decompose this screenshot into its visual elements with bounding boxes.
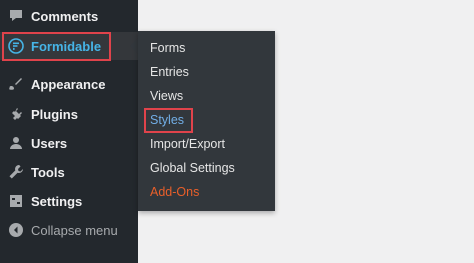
submenu-item-global-settings[interactable]: Global Settings: [150, 161, 235, 175]
submenu-item-import-export[interactable]: Import/Export: [150, 137, 225, 151]
sidebar-item-formidable[interactable]: Formidable: [0, 32, 138, 60]
submenu-item-forms[interactable]: Forms: [150, 41, 185, 55]
formidable-submenu: Forms Entries Views Styles Import/Export…: [138, 31, 275, 211]
admin-sidebar: Comments Formidable Appearance Plugins U…: [0, 0, 138, 263]
sidebar-item-label: Formidable: [31, 38, 102, 54]
sidebar-item-label: Plugins: [31, 106, 78, 122]
submenu-item-views[interactable]: Views: [150, 89, 183, 103]
sidebar-item-plugins[interactable]: Plugins: [0, 100, 138, 128]
comment-icon: [7, 7, 25, 25]
sidebar-item-label: Comments: [31, 8, 99, 24]
sidebar-item-comments[interactable]: Comments: [0, 2, 138, 30]
collapse-arrow-icon: [7, 221, 25, 239]
submenu-item-entries[interactable]: Entries: [150, 65, 189, 79]
wrench-icon: [7, 163, 25, 181]
sidebar-item-settings[interactable]: Settings: [0, 187, 138, 215]
settings-icon: [7, 192, 25, 210]
sidebar-item-label: Settings: [31, 193, 83, 209]
paintbrush-icon: [7, 75, 25, 93]
sidebar-item-tools[interactable]: Tools: [0, 158, 138, 186]
sidebar-item-label: Tools: [31, 164, 65, 180]
user-icon: [7, 134, 25, 152]
formidable-icon: [7, 37, 25, 55]
sidebar-item-users[interactable]: Users: [0, 129, 138, 157]
sidebar-item-label: Appearance: [31, 76, 106, 92]
collapse-menu-button[interactable]: Collapse menu: [0, 216, 138, 244]
collapse-menu-label: Collapse menu: [31, 222, 118, 238]
sidebar-item-label: Users: [31, 135, 68, 151]
sidebar-item-appearance[interactable]: Appearance: [0, 70, 138, 98]
submenu-item-add-ons[interactable]: Add-Ons: [150, 185, 199, 199]
submenu-item-styles[interactable]: Styles: [150, 113, 184, 127]
plugin-icon: [7, 105, 25, 123]
